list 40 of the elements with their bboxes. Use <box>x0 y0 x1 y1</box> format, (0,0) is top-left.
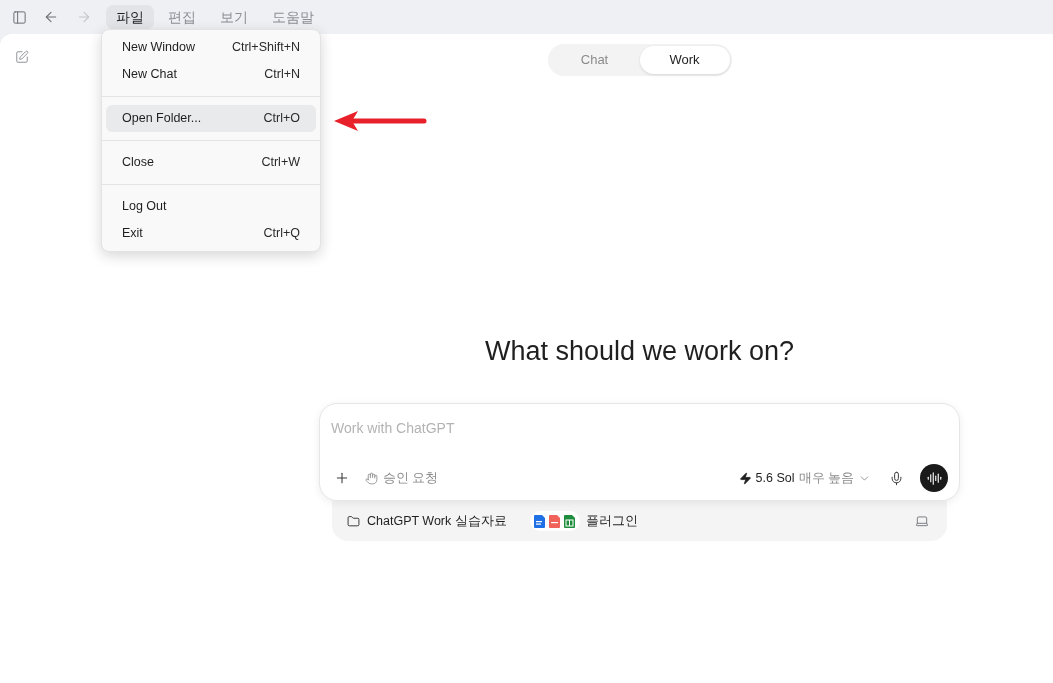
model-selector[interactable]: 5.6 Sol 매우 높음 <box>738 466 871 490</box>
edit-icon <box>15 50 29 64</box>
heading: What should we work on? <box>484 335 795 368</box>
mode-tab[interactable]: Work <box>639 46 730 74</box>
arrow-right-icon <box>76 9 92 25</box>
voice-mode-button[interactable] <box>920 464 948 492</box>
menu-item-label: New Window <box>122 39 195 57</box>
app-icons-icon <box>529 511 580 531</box>
menu-item[interactable]: Close Ctrl+W <box>106 149 316 176</box>
bolt-icon <box>738 471 752 485</box>
folder-icon <box>347 514 360 528</box>
arrow-left-icon <box>43 9 59 25</box>
sidebar-icon <box>11 9 27 25</box>
arrow-icon <box>333 110 428 132</box>
menu-item-label: Open Folder... <box>122 110 202 128</box>
shortcut-label: Ctrl+Q <box>263 225 300 243</box>
hand-icon <box>365 471 378 485</box>
menu-item-label: Log Out <box>122 198 167 216</box>
plugins-button[interactable]: 플러그인 <box>529 508 638 534</box>
folder-button[interactable]: ChatGPT Work 실습자료 <box>347 508 507 534</box>
menu-item[interactable]: Log Out <box>106 193 316 220</box>
menu-item-label: Close <box>122 154 154 172</box>
shortcut-label: Ctrl+W <box>261 154 300 172</box>
menu-item[interactable]: New Window Ctrl+Shift+N <box>106 34 316 61</box>
menu-item[interactable]: New Chat Ctrl+N <box>106 61 316 88</box>
microphone-icon <box>888 470 904 486</box>
menu-item[interactable]: Exit Ctrl+Q <box>106 220 316 247</box>
menu-item[interactable]: Open Folder... Ctrl+O <box>106 105 316 132</box>
waveform-icon <box>926 470 942 486</box>
approval-button[interactable]: 승인 요청 <box>365 466 439 490</box>
menu-item-label: Exit <box>122 225 143 243</box>
laptop-icon <box>915 514 929 528</box>
menu-bar-item[interactable]: 파일 <box>106 5 154 29</box>
shortcut-label: Ctrl+Shift+N <box>231 39 300 57</box>
menu-item-label: New Chat <box>122 66 177 84</box>
new-chat-button[interactable] <box>13 48 31 66</box>
plus-icon <box>334 470 350 486</box>
shortcut-label: Ctrl+N <box>264 66 300 84</box>
message-input[interactable]: Work with ChatGPT <box>331 418 948 439</box>
shortcut-label: Ctrl+O <box>263 110 300 128</box>
